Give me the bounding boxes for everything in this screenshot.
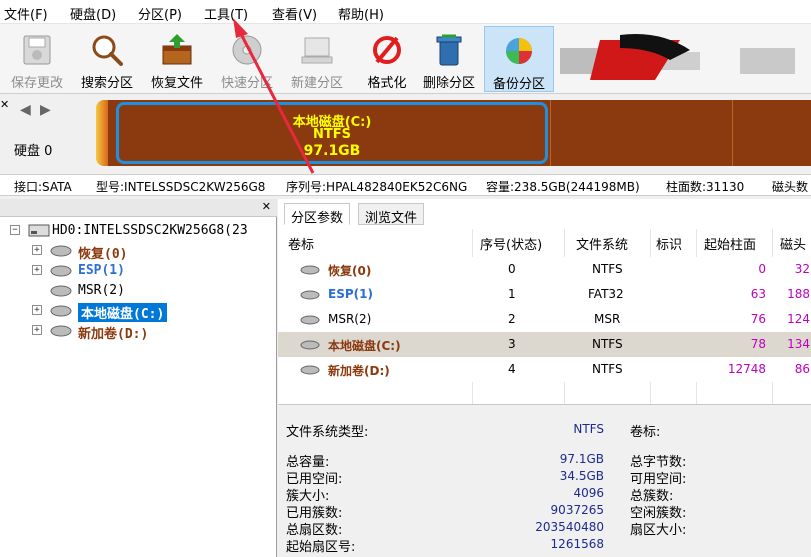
col-index-status[interactable]: 序号(状态) — [480, 229, 542, 255]
partition-divider — [732, 100, 733, 166]
prev-disk-icon[interactable]: ◀ — [20, 102, 31, 118]
menu-partition[interactable]: 分区(P) — [138, 4, 182, 23]
delete-partition-button[interactable]: 删除分区 — [414, 26, 484, 92]
disk-map-bar: ✕ ◀ ▶ 硬盘 0 本地磁盘(C:) NTFS 97.1GB — [0, 94, 811, 174]
partition-icon — [50, 265, 72, 277]
partition-icon — [300, 290, 320, 300]
recover-files-button[interactable]: 恢复文件 — [142, 26, 212, 92]
table-row[interactable]: ESP(1) 1 FAT32 63 188 — [278, 282, 811, 307]
partition-icon — [300, 365, 320, 375]
trash-icon — [436, 34, 462, 66]
col-filesystem[interactable]: 文件系统 — [576, 229, 628, 255]
capacity-info: 容量:238.5GB(244198MB) — [486, 180, 640, 194]
serial-info: 序列号:HPAL482840EK52C6NG — [286, 180, 468, 194]
partition-icon — [50, 325, 72, 337]
volume-label: 卷标: — [630, 425, 661, 440]
partition-icon — [300, 315, 320, 325]
col-start-cylinder[interactable]: 起始柱面 — [704, 229, 756, 255]
disk-label: 硬盘 0 — [14, 144, 53, 159]
disk-partition-bar[interactable]: 本地磁盘(C:) NTFS 97.1GB — [96, 100, 811, 166]
partition-icon — [50, 305, 72, 317]
new-partition-icon — [301, 37, 333, 64]
disk-tree-panel: ✕ − HD0:INTELSSDSC2KW256G8(23 + 恢复(0) + … — [0, 199, 277, 557]
partition-icon — [50, 285, 72, 297]
new-partition-button[interactable]: 新建分区 — [282, 26, 352, 92]
partition-segment-small[interactable] — [96, 100, 108, 166]
menu-bar: 文件(F) 硬盘(D) 分区(P) 工具(T) 查看(V) 帮助(H) — [0, 0, 811, 24]
close-icon[interactable]: ✕ — [0, 98, 9, 111]
format-button[interactable]: 格式化 — [352, 26, 422, 92]
format-icon — [373, 36, 401, 64]
model-info: 型号:INTELSSDSC2KW256G8 — [96, 180, 266, 194]
expand-icon[interactable]: + — [32, 305, 42, 315]
cylinders-info: 柱面数:31130 — [666, 180, 745, 194]
partition-detail-panel: 分区参数 浏览文件 卷标 序号(状态) 文件系统 标识 起始柱面 磁头 恢复(0… — [278, 199, 811, 557]
tab-browse-files[interactable]: 浏览文件 — [358, 203, 425, 226]
heads-info: 磁头数 — [772, 180, 809, 194]
save-changes-button[interactable]: 保存更改 — [2, 26, 72, 92]
hard-disk-icon — [28, 224, 50, 237]
app-logo — [560, 34, 795, 80]
menu-view[interactable]: 查看(V) — [272, 4, 317, 23]
filesystem-details: 文件系统类型: NTFS 卷标: 总容量: 97.1GB 已用空间: 34.5G… — [278, 404, 811, 557]
quick-partition-disc-icon — [232, 35, 262, 65]
search-partition-button[interactable]: 搜索分区 — [72, 26, 142, 92]
menu-help[interactable]: 帮助(H) — [338, 4, 384, 23]
fs-type-label: 文件系统类型: — [286, 425, 369, 440]
toolbar: 保存更改 搜索分区 恢复文件 快速分区 新建分区 格式化 删除分区 备份分区 — [0, 24, 811, 94]
col-volume-label[interactable]: 卷标 — [288, 229, 314, 255]
close-icon[interactable]: ✕ — [262, 200, 271, 213]
menu-disk[interactable]: 硬盘(D) — [70, 4, 116, 23]
quick-partition-button[interactable]: 快速分区 — [212, 26, 282, 92]
table-row[interactable]: 恢复(0) 0 NTFS 0 32 — [278, 257, 811, 282]
save-icon — [23, 35, 51, 65]
tree-panel-header: ✕ — [0, 199, 277, 217]
col-id[interactable]: 标识 — [656, 229, 682, 255]
col-head[interactable]: 磁头 — [780, 229, 806, 255]
fs-type-value: NTFS — [573, 422, 604, 436]
backup-partition-button[interactable]: 备份分区 — [484, 26, 554, 92]
recover-box-icon — [162, 34, 192, 65]
expand-icon[interactable]: + — [32, 245, 42, 255]
expand-icon[interactable]: + — [32, 325, 42, 335]
disk-info-bar: 接口:SATA 型号:INTELSSDSC2KW256G8 序列号:HPAL48… — [0, 174, 811, 196]
menu-tools[interactable]: 工具(T) — [204, 4, 248, 23]
next-disk-icon[interactable]: ▶ — [40, 102, 51, 118]
expand-icon[interactable]: + — [32, 265, 42, 275]
partition-divider — [550, 100, 551, 166]
table-row[interactable]: 新加卷(D:) 4 NTFS 12748 86 — [278, 357, 811, 382]
collapse-icon[interactable]: − — [10, 225, 20, 235]
interface-info: 接口:SATA — [14, 180, 72, 194]
search-magnifier-icon — [92, 35, 123, 66]
table-row-selected[interactable]: 本地磁盘(C:) 3 NTFS 78 134 — [278, 332, 811, 357]
tab-partition-params[interactable]: 分区参数 — [284, 203, 351, 226]
partition-icon — [50, 245, 72, 257]
partition-icon — [300, 340, 320, 350]
table-row[interactable]: MSR(2) 2 MSR 76 124 — [278, 307, 811, 332]
partition-icon — [300, 265, 320, 275]
backup-icon — [506, 38, 532, 64]
partition-segment-c[interactable]: 本地磁盘(C:) NTFS 97.1GB — [116, 102, 548, 164]
menu-file[interactable]: 文件(F) — [4, 4, 48, 23]
